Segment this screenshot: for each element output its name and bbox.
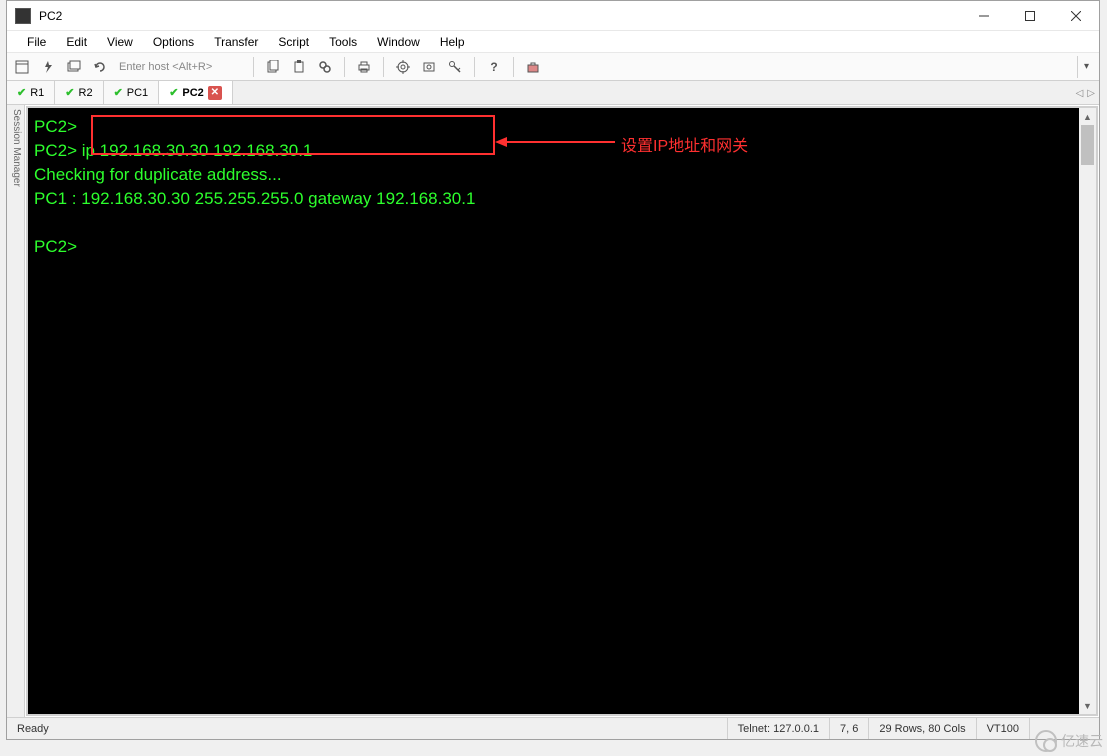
tab-label: R1 — [30, 87, 44, 99]
separator — [253, 57, 254, 77]
status-term: VT100 — [976, 718, 1029, 739]
terminal-pane: PC2> PC2> ip 192.168.30.30 192.168.30.1 … — [26, 106, 1098, 716]
terminal-line: PC2> — [34, 117, 77, 136]
menu-script[interactable]: Script — [268, 33, 319, 51]
copy-icon[interactable] — [262, 56, 284, 78]
menu-help[interactable]: Help — [430, 33, 475, 51]
find-icon[interactable] — [314, 56, 336, 78]
options-icon[interactable] — [392, 56, 414, 78]
tab-label: PC2 — [182, 87, 203, 99]
menu-window[interactable]: Window — [367, 33, 430, 51]
tab-label: R2 — [79, 87, 93, 99]
tab-pc2[interactable]: ✔ PC2 ✕ — [159, 81, 233, 104]
menubar: File Edit View Options Transfer Script T… — [7, 31, 1099, 53]
minimize-button[interactable] — [961, 1, 1007, 31]
quick-connect-icon[interactable] — [37, 56, 59, 78]
separator — [474, 57, 475, 77]
status-size: 29 Rows, 80 Cols — [868, 718, 975, 739]
menu-edit[interactable]: Edit — [56, 33, 97, 51]
toolbar-overflow[interactable]: ▾ — [1077, 56, 1095, 78]
menu-tools[interactable]: Tools — [319, 33, 367, 51]
annotation-label: 设置IP地址和网关 — [621, 132, 748, 156]
separator — [513, 57, 514, 77]
reconnect-icon[interactable] — [89, 56, 111, 78]
watermark: 亿速云 — [1035, 730, 1103, 752]
vertical-scrollbar[interactable]: ▲ ▼ — [1079, 108, 1096, 714]
tab-r1[interactable]: ✔ R1 — [7, 81, 55, 104]
tab-prev-icon[interactable]: ◁ — [1076, 88, 1084, 99]
workarea: Session Manager PC2> PC2> ip 192.168.30.… — [7, 105, 1099, 717]
scroll-down-icon[interactable]: ▼ — [1079, 697, 1096, 714]
watermark-text: 亿速云 — [1061, 731, 1103, 751]
print-icon[interactable] — [353, 56, 375, 78]
menu-view[interactable]: View — [97, 33, 143, 51]
terminal-line: PC2> ip 192.168.30.30 192.168.30.1 — [34, 141, 312, 160]
tab-r2[interactable]: ✔ R2 — [55, 81, 103, 104]
titlebar: PC2 — [7, 1, 1099, 31]
check-icon: ✔ — [65, 86, 74, 99]
connect-in-tab-icon[interactable] — [63, 56, 85, 78]
app-window: PC2 File Edit View Options Transfer Scri… — [6, 0, 1100, 740]
tab-pc1[interactable]: ✔ PC1 — [104, 81, 160, 104]
tab-next-icon[interactable]: ▷ — [1087, 88, 1095, 99]
window-title: PC2 — [39, 9, 961, 23]
session-manager-icon[interactable] — [11, 56, 33, 78]
check-icon: ✔ — [17, 86, 26, 99]
status-protocol: Telnet: 127.0.0.1 — [727, 718, 829, 739]
status-cursor: 7, 6 — [829, 718, 868, 739]
terminal-line: Checking for duplicate address... — [34, 165, 282, 184]
menu-transfer[interactable]: Transfer — [204, 33, 268, 51]
toolbox-icon[interactable] — [522, 56, 544, 78]
watermark-logo-icon — [1035, 730, 1057, 752]
help-icon[interactable]: ? — [483, 56, 505, 78]
check-icon: ✔ — [169, 86, 178, 99]
session-manager-sidebar[interactable]: Session Manager — [7, 105, 25, 717]
menu-file[interactable]: File — [17, 33, 56, 51]
key-icon[interactable] — [444, 56, 466, 78]
toolbar: Enter host <Alt+R> ? ▾ — [7, 53, 1099, 81]
separator — [344, 57, 345, 77]
status-ready: Ready — [7, 718, 727, 739]
svg-text:?: ? — [490, 60, 497, 74]
close-button[interactable] — [1053, 1, 1099, 31]
host-input[interactable]: Enter host <Alt+R> — [115, 59, 245, 75]
tabbar: ✔ R1 ✔ R2 ✔ PC1 ✔ PC2 ✕ ◁ ▷ — [7, 81, 1099, 105]
session-options-icon[interactable] — [418, 56, 440, 78]
paste-icon[interactable] — [288, 56, 310, 78]
terminal-line: PC2> — [34, 237, 77, 256]
tab-nav: ◁ ▷ — [1076, 81, 1095, 105]
separator — [383, 57, 384, 77]
app-icon — [15, 8, 31, 24]
terminal[interactable]: PC2> PC2> ip 192.168.30.30 192.168.30.1 … — [28, 108, 1096, 714]
menu-options[interactable]: Options — [143, 33, 204, 51]
window-controls — [961, 1, 1099, 31]
check-icon: ✔ — [114, 86, 123, 99]
terminal-line: PC1 : 192.168.30.30 255.255.255.0 gatewa… — [34, 189, 475, 208]
maximize-button[interactable] — [1007, 1, 1053, 31]
tab-label: PC1 — [127, 87, 148, 99]
close-tab-icon[interactable]: ✕ — [208, 86, 222, 100]
scroll-up-icon[interactable]: ▲ — [1079, 108, 1096, 125]
scroll-thumb[interactable] — [1081, 125, 1094, 165]
statusbar: Ready Telnet: 127.0.0.1 7, 6 29 Rows, 80… — [7, 717, 1099, 739]
